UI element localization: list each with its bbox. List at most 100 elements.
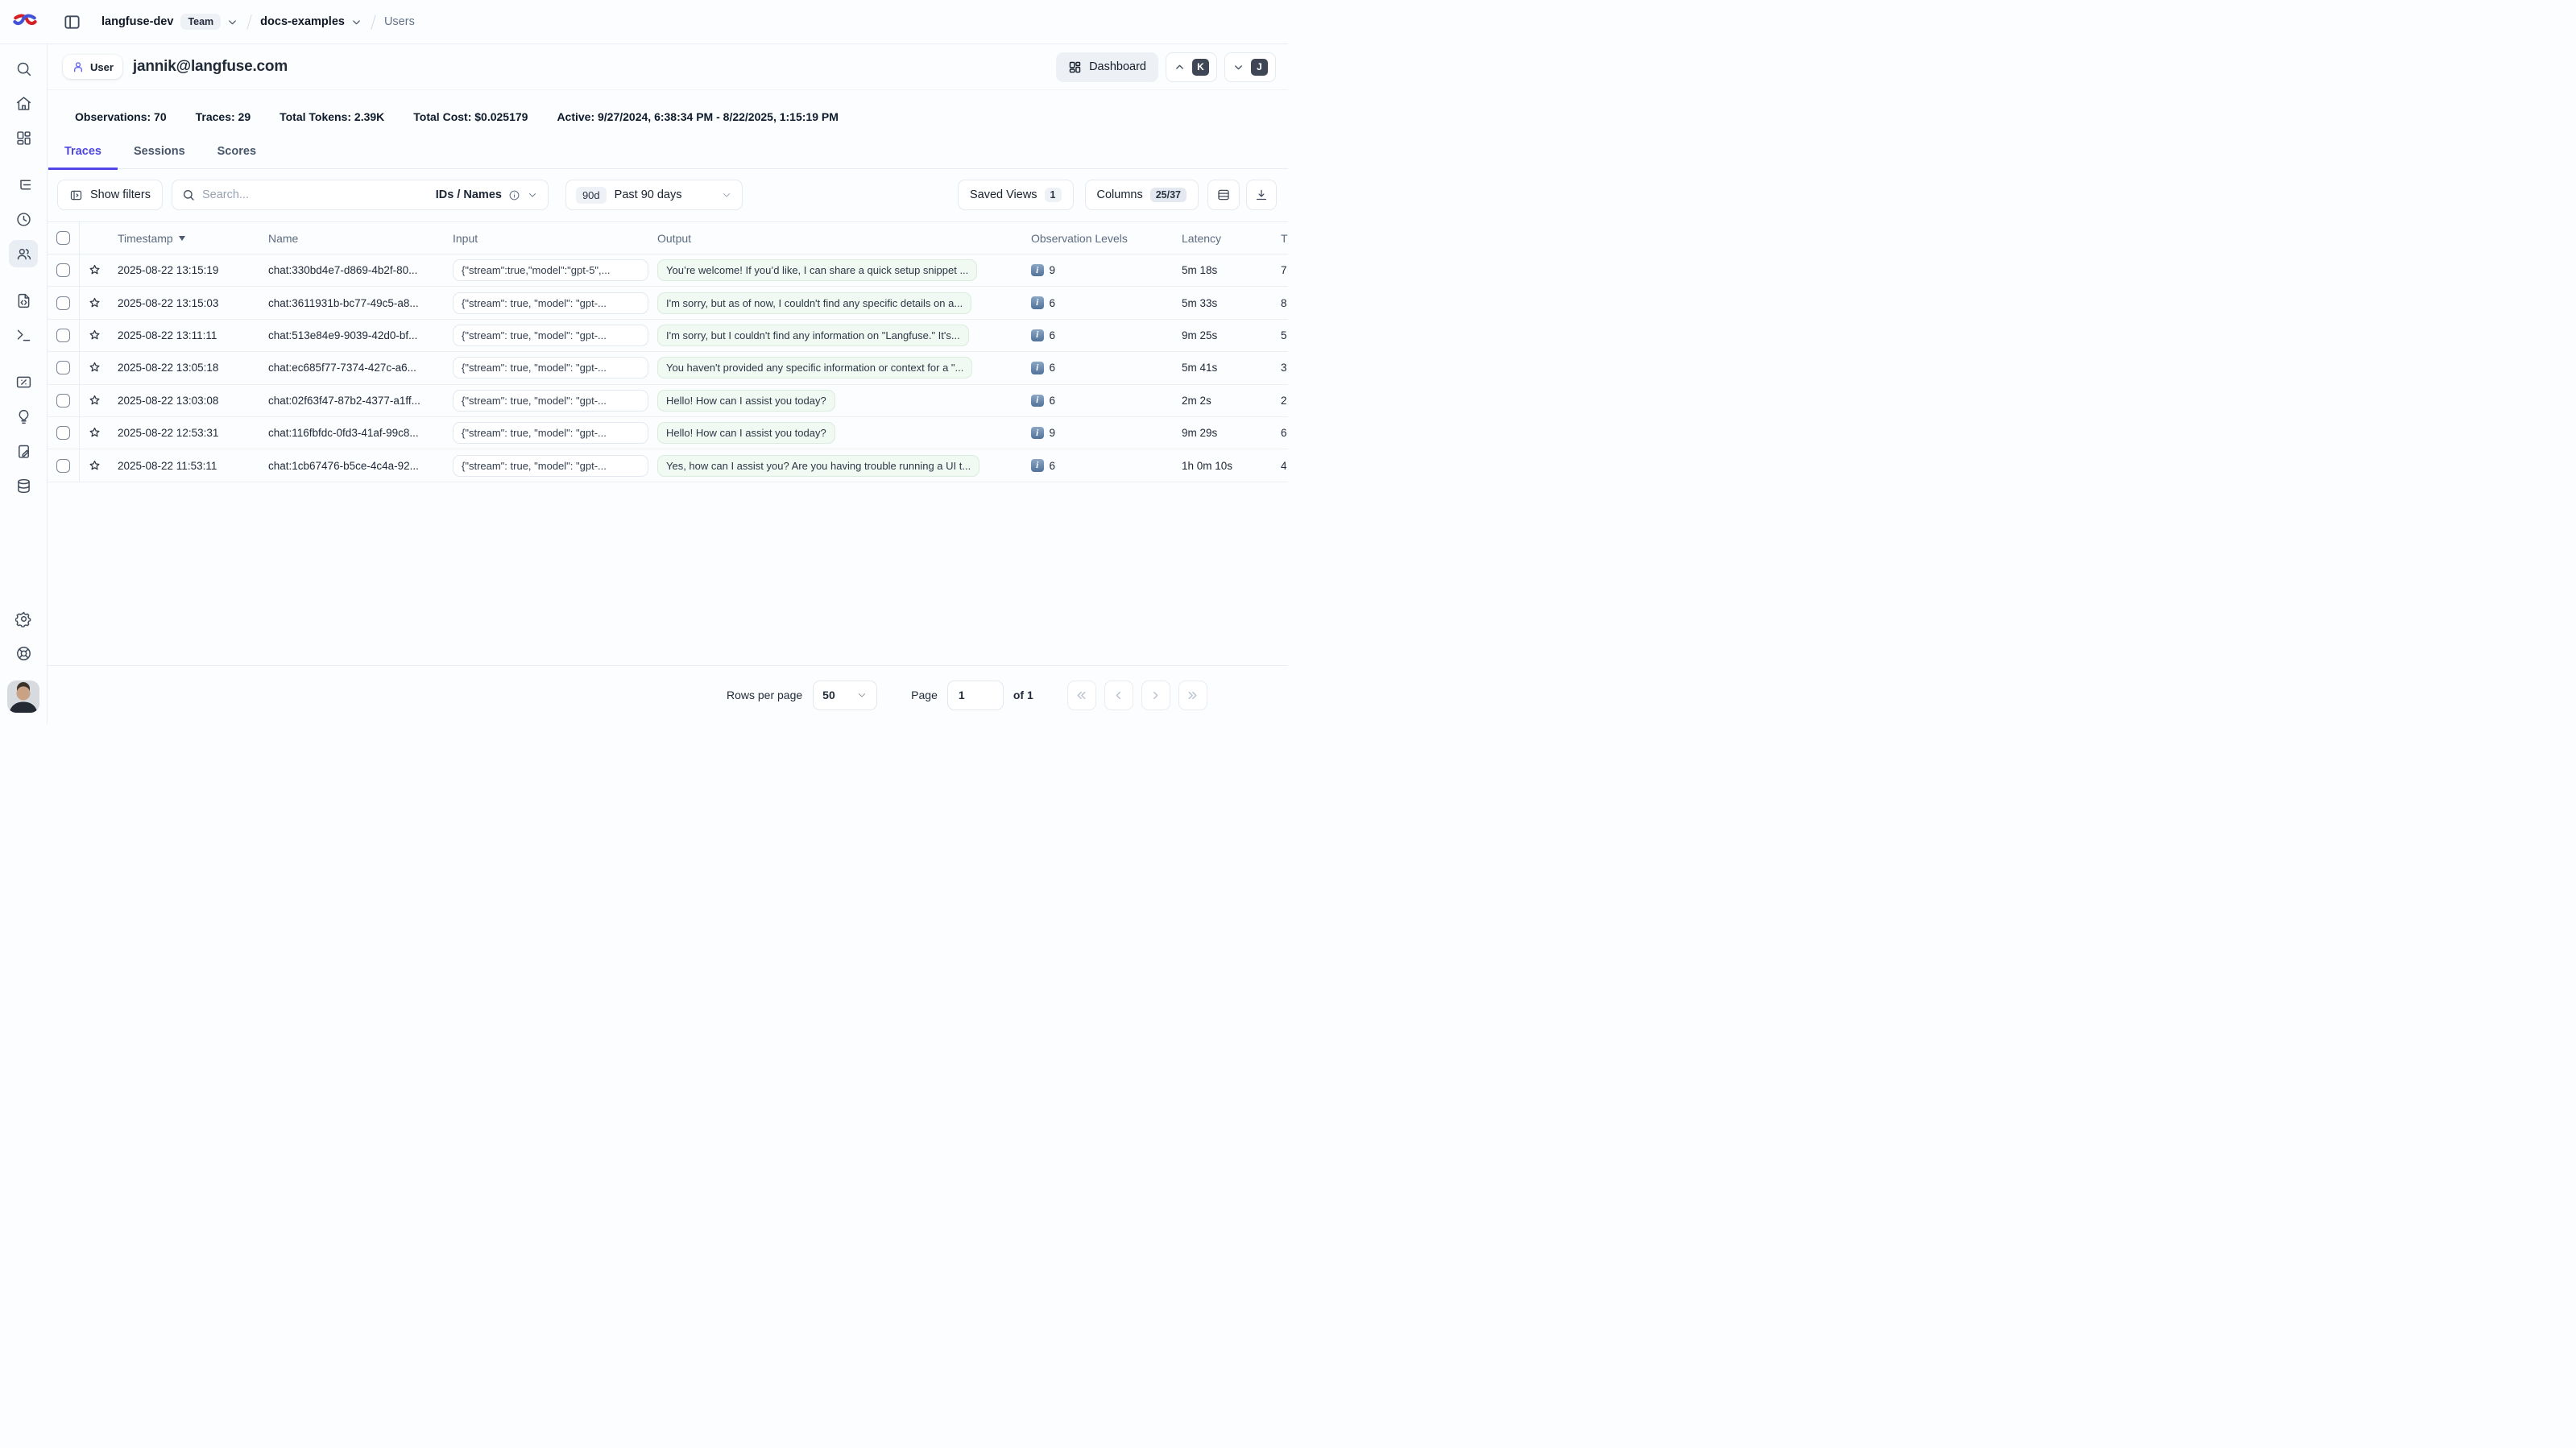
timestamp-cell: 2025-08-22 13:15:19 <box>109 264 259 276</box>
input-cell[interactable]: {"stream": true, "model": "gpt-... <box>444 455 648 477</box>
tokens-cell: 6 <box>1271 427 1288 439</box>
saved-views-button[interactable]: Saved Views 1 <box>958 180 1074 210</box>
sidebar-item-playground[interactable] <box>9 321 38 349</box>
tab-sessions[interactable]: Sessions <box>118 145 201 168</box>
favorite-star-icon[interactable] <box>88 361 101 374</box>
tab-traces[interactable]: Traces <box>48 145 118 168</box>
page-count-label: of 1 <box>1013 689 1033 701</box>
observation-levels-cell: i9 <box>1025 427 1175 440</box>
sidebar-item-tracing[interactable] <box>9 171 38 198</box>
page-number-input[interactable] <box>947 681 1004 710</box>
favorite-star-icon[interactable] <box>88 459 101 473</box>
sidebar-item-search[interactable] <box>9 55 38 82</box>
search-scope-dropdown[interactable]: IDs / Names <box>436 188 538 201</box>
favorite-star-icon[interactable] <box>88 329 101 342</box>
next-item-button[interactable]: J <box>1224 52 1276 82</box>
column-header-output: Output <box>648 232 1025 245</box>
last-page-button[interactable] <box>1178 681 1207 710</box>
table-row[interactable]: 2025-08-22 12:53:31 chat:116fbfdc-0fd3-4… <box>48 417 1288 449</box>
sidebar-item-support[interactable] <box>9 639 38 667</box>
date-range-dropdown[interactable]: 90d Past 90 days <box>565 180 743 210</box>
chevron-down-icon[interactable] <box>226 16 238 28</box>
user-avatar[interactable] <box>7 681 39 713</box>
next-page-button[interactable] <box>1141 681 1170 710</box>
timestamp-cell: 2025-08-22 13:03:08 <box>109 395 259 407</box>
previous-item-button[interactable]: K <box>1166 52 1217 82</box>
topbar: langfuse-dev Team docs-examples Users <box>0 0 1288 44</box>
first-page-button[interactable] <box>1067 681 1096 710</box>
row-checkbox[interactable] <box>56 394 70 408</box>
traces-table: Timestamp Name Input Output Observation … <box>48 221 1288 482</box>
columns-button[interactable]: Columns 25/37 <box>1085 180 1199 210</box>
show-filters-button[interactable]: Show filters <box>57 180 163 210</box>
sidebar-item-prompts[interactable] <box>9 287 38 314</box>
header-actions: Dashboard K J <box>1056 52 1276 82</box>
chevron-down-icon <box>721 189 732 201</box>
row-checkbox[interactable] <box>56 263 70 277</box>
sidebar-item-home[interactable] <box>9 89 38 117</box>
sidebar-item-sessions[interactable] <box>9 205 38 233</box>
langfuse-logo-icon[interactable] <box>11 13 39 31</box>
table-row[interactable]: 2025-08-22 13:15:03 chat:3611931b-bc77-4… <box>48 287 1288 319</box>
favorite-star-icon[interactable] <box>88 394 101 408</box>
export-button[interactable] <box>1246 180 1277 210</box>
input-cell[interactable]: {"stream": true, "model": "gpt-... <box>444 292 648 314</box>
previous-page-button[interactable] <box>1104 681 1133 710</box>
table-row[interactable]: 2025-08-22 13:15:19 chat:330bd4e7-d869-4… <box>48 254 1288 287</box>
sidebar-item-ideas[interactable] <box>9 403 38 430</box>
favorite-star-icon[interactable] <box>88 296 101 310</box>
breadcrumb-org[interactable]: langfuse-dev <box>101 15 173 28</box>
favorite-star-icon[interactable] <box>88 263 101 277</box>
input-cell[interactable]: {"stream": true, "model": "gpt-... <box>444 357 648 379</box>
row-checkbox[interactable] <box>56 459 70 473</box>
sidebar-item-evaluation[interactable] <box>9 368 38 395</box>
table-row[interactable]: 2025-08-22 13:11:11 chat:513e84e9-9039-4… <box>48 320 1288 352</box>
input-cell[interactable]: {"stream":true,"model":"gpt-5",... <box>444 259 648 281</box>
output-cell[interactable]: You haven't provided any specific inform… <box>648 357 1025 379</box>
input-cell[interactable]: {"stream": true, "model": "gpt-... <box>444 325 648 346</box>
favorite-star-icon[interactable] <box>88 426 101 440</box>
sidebar-toggle-icon[interactable] <box>60 10 84 34</box>
table-row[interactable]: 2025-08-22 13:05:18 chat:ec685f77-7374-4… <box>48 352 1288 384</box>
tab-scores[interactable]: Scores <box>201 145 272 168</box>
output-cell[interactable]: I'm sorry, but as of now, I couldn't fin… <box>648 292 1025 314</box>
breadcrumb-project[interactable]: docs-examples <box>260 15 345 28</box>
trace-name-cell: chat:02f63f47-87b2-4377-a1ff... <box>259 395 444 407</box>
sidebar-item-users[interactable] <box>9 240 38 267</box>
chevrons-right-icon <box>1186 689 1199 702</box>
tokens-cell: 2 <box>1271 395 1288 407</box>
entity-badge-label: User <box>90 61 114 73</box>
dashboard-button[interactable]: Dashboard <box>1056 52 1158 82</box>
chevron-down-icon[interactable] <box>350 16 362 28</box>
table-body: 2025-08-22 13:15:19 chat:330bd4e7-d869-4… <box>48 254 1288 482</box>
row-checkbox[interactable] <box>56 329 70 342</box>
rows-per-page-select[interactable]: 50 <box>813 681 877 710</box>
sidebar-item-annotation[interactable] <box>9 437 38 465</box>
sidebar-item-dashboards[interactable] <box>9 124 38 151</box>
select-all-checkbox[interactable] <box>56 231 70 245</box>
output-cell[interactable]: You’re welcome! If you’d like, I can sha… <box>648 259 1025 281</box>
user-stats: Observations: 70 Traces: 29 Total Tokens… <box>48 90 1288 123</box>
output-cell[interactable]: Yes, how can I assist you? Are you havin… <box>648 455 1025 477</box>
column-header-tokens: T <box>1271 232 1288 245</box>
column-header-name: Name <box>259 232 444 245</box>
input-cell[interactable]: {"stream": true, "model": "gpt-... <box>444 390 648 412</box>
row-checkbox[interactable] <box>56 361 70 374</box>
output-cell[interactable]: Hello! How can I assist you today? <box>648 390 1025 412</box>
table-row[interactable]: 2025-08-22 13:03:08 chat:02f63f47-87b2-4… <box>48 385 1288 417</box>
row-checkbox[interactable] <box>56 296 70 310</box>
search-icon <box>15 60 32 77</box>
row-height-button[interactable] <box>1207 180 1240 210</box>
output-cell[interactable]: I'm sorry, but I couldn't find any infor… <box>648 325 1025 346</box>
output-cell[interactable]: Hello! How can I assist you today? <box>648 422 1025 444</box>
sidebar-item-settings[interactable] <box>9 605 38 632</box>
row-checkbox[interactable] <box>56 426 70 440</box>
input-cell[interactable]: {"stream": true, "model": "gpt-... <box>444 422 648 444</box>
home-icon <box>15 95 32 112</box>
table-row[interactable]: 2025-08-22 11:53:11 chat:1cb67476-b5ce-4… <box>48 449 1288 482</box>
file-code-icon <box>15 292 32 309</box>
column-header-timestamp[interactable]: Timestamp <box>109 232 259 245</box>
search-scope-label: IDs / Names <box>436 188 502 201</box>
search-input[interactable] <box>202 188 429 201</box>
sidebar-item-datasets[interactable] <box>9 472 38 499</box>
